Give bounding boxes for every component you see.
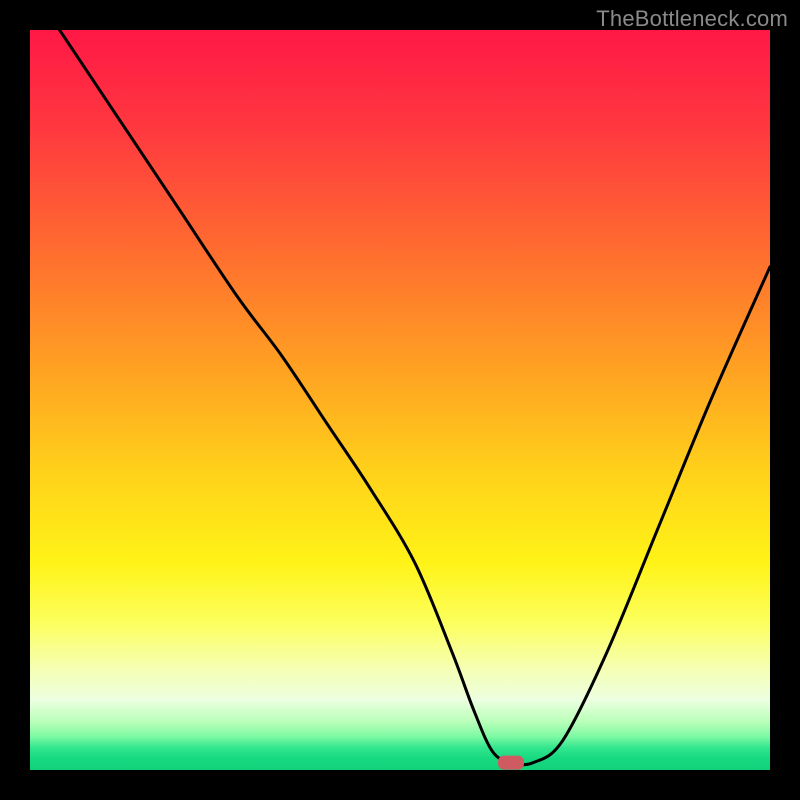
chart-frame: TheBottleneck.com <box>0 0 800 800</box>
optimum-marker <box>498 756 524 770</box>
plot-svg <box>30 30 770 770</box>
plot-area <box>30 30 770 770</box>
watermark-text: TheBottleneck.com <box>596 6 788 32</box>
gradient-background <box>30 30 770 770</box>
